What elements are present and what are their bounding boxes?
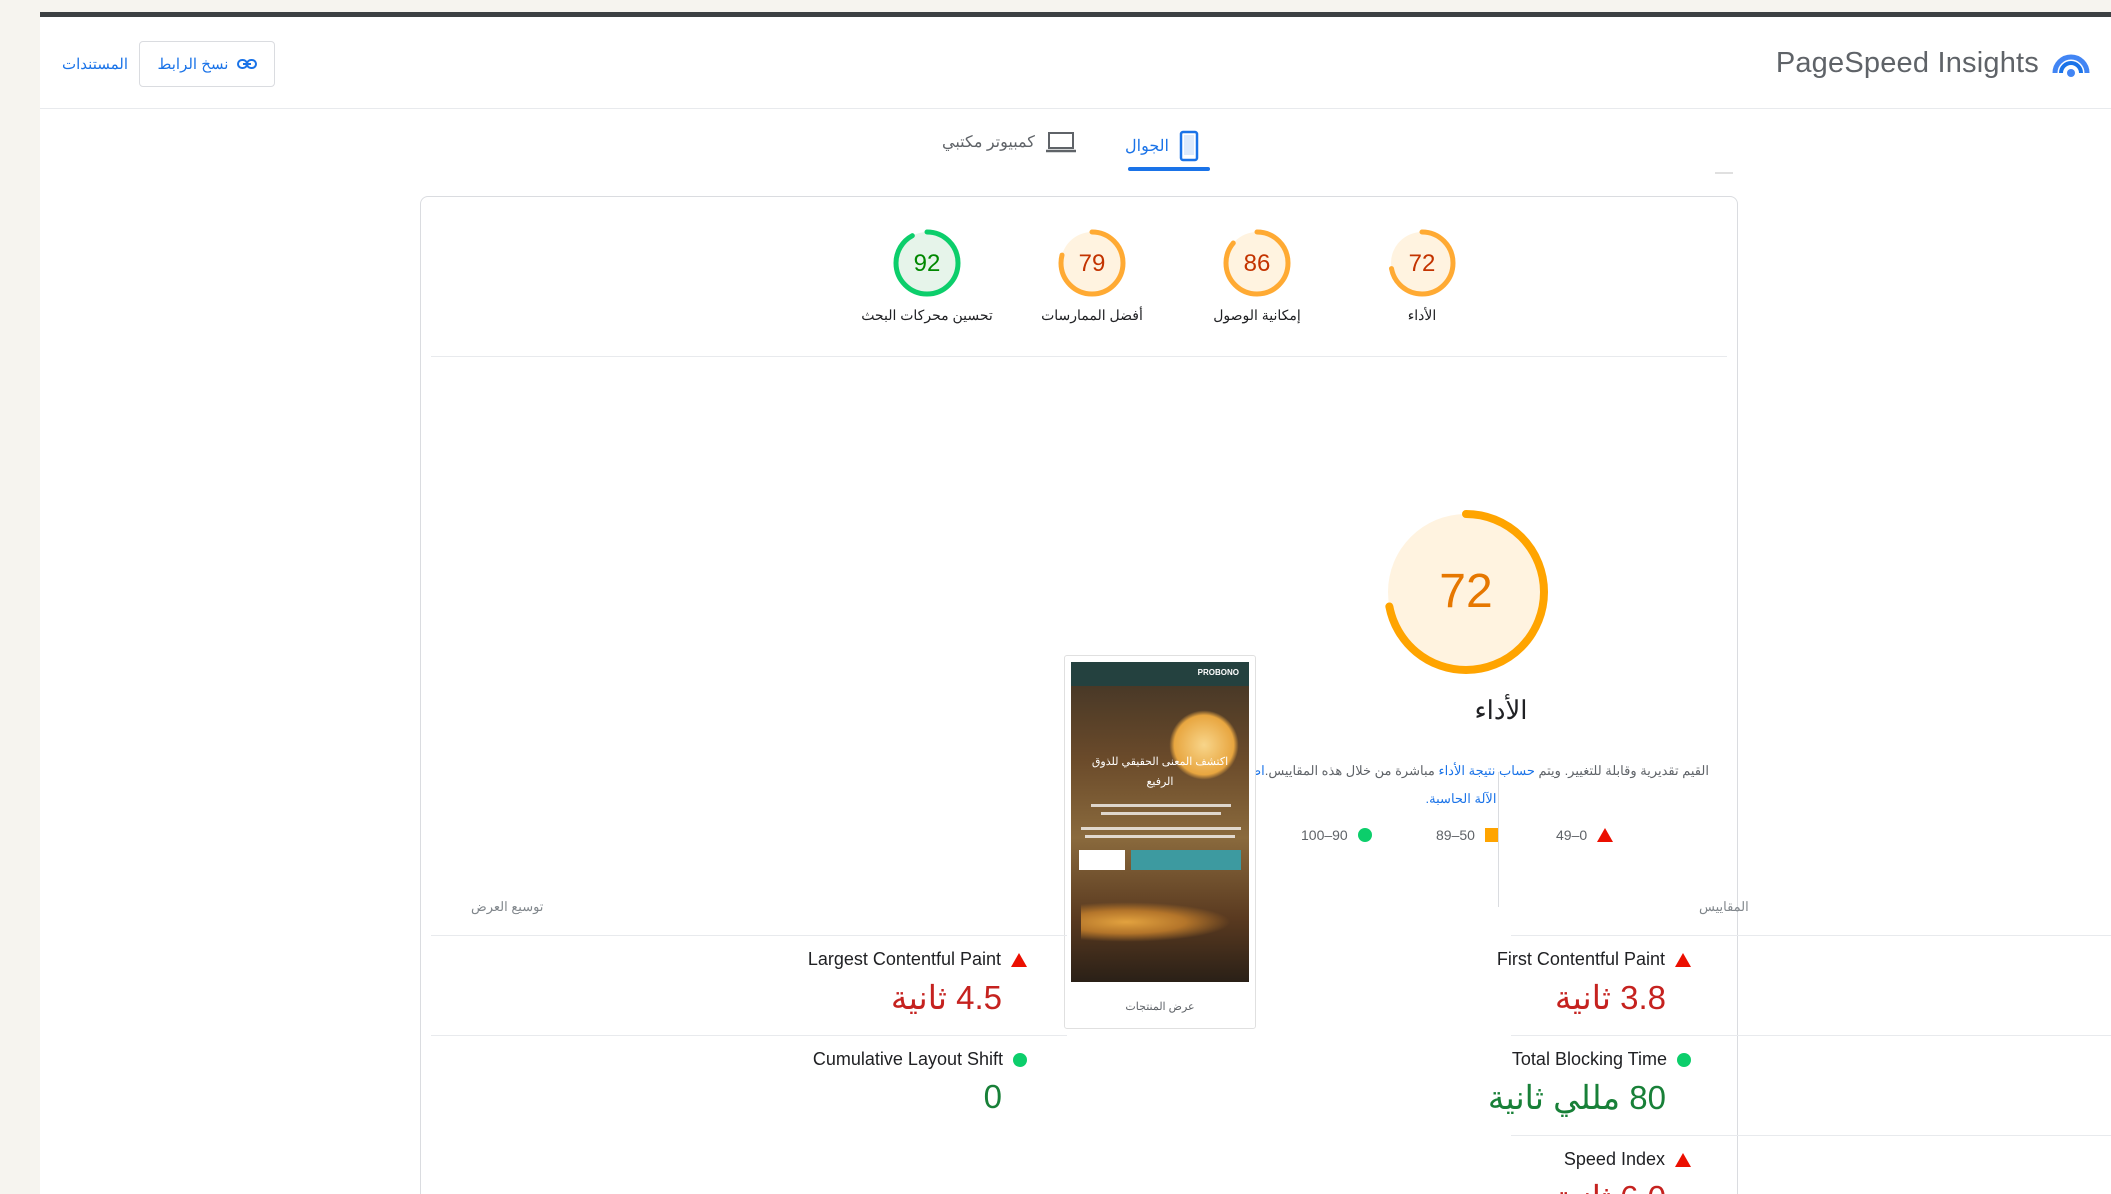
metrics-header: المقاييس [1699,899,1749,914]
metric-value: 0 [983,1078,1002,1115]
device-tabs: الجوال كمبيوتر مكتبي [40,122,2111,182]
metric-name-row: Speed Index [1091,1149,1691,1170]
copy-link-label: نسخ الرابط [157,56,229,73]
performance-description: القيم تقديرية وقابلة للتغيير. ويتم حساب … [1201,757,1721,813]
docs-link[interactable]: المستندات [62,55,128,73]
copy-link-button[interactable]: نسخ الرابط [139,41,275,87]
screenshot-image: PROBONO اكتشف المعنى الحقيقي للذوق الرفي… [1071,662,1249,982]
metric-name: Speed Index [1563,1149,1665,1169]
gauge-score: 72 [1409,250,1436,277]
performance-gauge: 72 [1384,510,1548,674]
metric-name: Largest Contentful Paint [807,949,1001,969]
screenshot-button [1079,850,1125,870]
legend-fail: 49–0 [1556,827,1614,843]
metric-name-row: First Contentful Paint [1091,949,1691,970]
screenshot-logo: PROBONO [1197,668,1239,677]
legend-pass: 100–90 [1301,827,1372,843]
gauge-label: أفضل الممارسات [1041,307,1143,323]
gauge-label: إمكانية الوصول [1213,307,1301,323]
metric-lcp: Largest Contentful Paint 4.5 ثانية [427,949,1027,1017]
gauge-accessibility[interactable]: 86 إمكانية الوصول [1182,227,1332,324]
metric-value: 3.8 ثانية [1554,979,1666,1016]
vertical-divider [1498,772,1499,907]
fail-triangle-icon [1597,828,1614,842]
gauge-ring: 72 [1388,229,1456,297]
tab-scroll-hint [1715,172,1733,174]
performance-title: الأداء [1474,695,1528,725]
fail-triangle-icon [1011,952,1027,967]
metric-separator [1511,1135,2111,1136]
tab-mobile[interactable]: الجوال [1125,130,1199,162]
score-legend: 49–0 89–50 100–90 [1291,827,1711,857]
screenshot-fruit [1081,902,1231,942]
metric-value: 4.5 ثانية [890,979,1002,1016]
metric-speed-index: Speed Index 6.0 ثانية [1091,1149,1691,1194]
metric-fcp: First Contentful Paint 3.8 ثانية [1091,949,1691,1017]
metric-separator [1511,1035,2111,1036]
gauge-ring: 86 [1223,229,1291,297]
gauge-seo[interactable]: 92 تحسين محركات البحث [852,227,1002,324]
legend-average-range: 89–50 [1436,827,1475,843]
tab-mobile-label: الجوال [1125,138,1169,155]
metric-value: 6.0 ثانية [1091,1178,1691,1194]
tab-desktop-label: كمبيوتر مكتبي [942,134,1035,151]
fail-triangle-icon [1675,1152,1691,1167]
gauge-score: 79 [1079,250,1106,277]
legend-fail-range: 49–0 [1556,827,1588,843]
metric-tbt: Total Blocking Time 80 مللي ثانية [1091,1049,1691,1117]
gauge-score: 92 [914,250,941,277]
legend-pass-range: 100–90 [1301,827,1348,843]
pass-circle-icon [1357,828,1372,842]
average-square-icon [1484,828,1499,842]
metric-value: 80 مللي ثانية [1487,1079,1666,1116]
metric-separator [431,1035,1067,1036]
pagespeed-logo-icon [2052,54,2090,77]
link-icon [236,59,257,69]
phone-icon [1179,130,1199,162]
screenshot-text-line [1091,804,1231,807]
screenshot-headline: اكتشف المعنى الحقيقي للذوق الرفيع [1091,756,1229,788]
metric-name-row: Total Blocking Time [1091,1049,1691,1070]
metric-cls: Cumulative Layout Shift 0 [427,1049,1027,1116]
legend-average: 89–50 [1436,827,1499,843]
active-tab-indicator [1128,167,1210,171]
desc-prefix: القيم تقديرية وقابلة للتغيير. ويتم [1534,763,1709,778]
screenshot-navbar: PROBONO [1071,662,1249,686]
metric-name: Total Blocking Time [1511,1049,1667,1069]
screenshot-text-line [1085,835,1235,838]
metric-name: First Contentful Paint [1496,949,1665,969]
score-calc-link[interactable]: حساب نتيجة الأداء [1438,763,1534,778]
metric-name-row: Cumulative Layout Shift [427,1049,1027,1070]
metric-name: Cumulative Layout Shift [812,1049,1003,1069]
metric-name-row: Largest Contentful Paint [427,949,1027,970]
brand[interactable]: PageSpeed Insights [1776,43,2091,83]
screenshot-button [1131,850,1241,870]
gauge-ring: 79 [1058,229,1126,297]
expand-view-button[interactable]: توسيع العرض [471,899,543,915]
gauge-label: تحسين محركات البحث [861,307,993,323]
top-header: المستندات نسخ الرابط PageSpeed Insights [40,17,2111,109]
pass-circle-icon [1013,1052,1027,1067]
tab-desktop[interactable]: كمبيوتر مكتبي [942,130,1077,154]
laptop-icon [1045,132,1076,153]
gauge-score: 86 [1244,250,1271,277]
brand-name: PageSpeed Insights [1775,46,2039,79]
category-gauges: 72 الأداء 86 إمكانية الوصول 79 أفضل المم… [431,197,1727,357]
top-strip [40,12,2111,17]
gauge-performance[interactable]: 72 الأداء [1347,227,1497,324]
page: المستندات نسخ الرابط PageSpeed Insights … [40,12,2111,1194]
report-card: 72 الأداء 86 إمكانية الوصول 79 أفضل المم… [420,196,2111,1194]
fail-triangle-icon [1675,952,1691,967]
desc-middle: مباشرة من خلال هذه المقاييس. [1264,763,1439,778]
screenshot-text-line [1101,812,1221,815]
metric-separator [1511,935,2111,936]
metric-separator [431,935,1067,936]
pass-circle-icon [1677,1052,1691,1067]
gauge-ring: 92 [893,229,961,297]
gauge-best-practices[interactable]: 79 أفضل الممارسات [1017,227,1167,324]
performance-score: 72 [1439,565,1492,618]
gauge-label: الأداء [1407,307,1437,323]
screenshot-text-line [1081,827,1241,830]
